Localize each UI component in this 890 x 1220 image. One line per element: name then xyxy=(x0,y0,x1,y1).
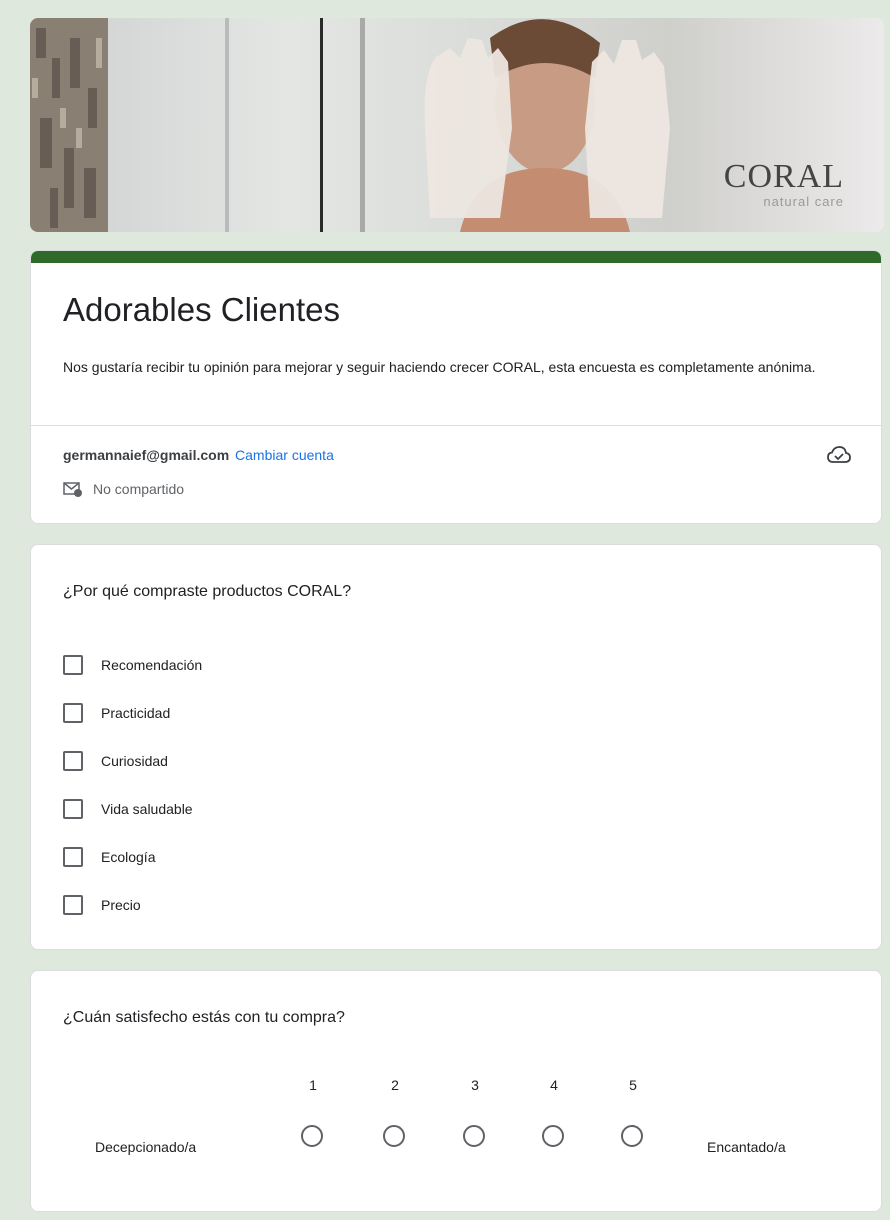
form-title: Adorables Clientes xyxy=(63,291,340,328)
checkbox[interactable] xyxy=(63,799,83,819)
radio-1[interactable] xyxy=(301,1125,323,1147)
scale-number-2: 2 xyxy=(391,1077,399,1093)
account-email: germannaief@gmail.com xyxy=(63,447,230,463)
checkbox[interactable] xyxy=(63,655,83,675)
not-shared-label: No compartido xyxy=(93,481,185,497)
radio-3[interactable] xyxy=(463,1125,485,1147)
option-practicidad[interactable]: Practicidad xyxy=(63,689,202,737)
option-label: Precio xyxy=(101,897,141,913)
option-curiosidad[interactable]: Curiosidad xyxy=(63,737,202,785)
checkbox[interactable] xyxy=(63,847,83,867)
radio-2[interactable] xyxy=(383,1125,405,1147)
scale-number-4: 4 xyxy=(550,1077,558,1093)
brand-logo: CORAL natural care xyxy=(724,158,844,209)
not-shared-status: No compartido xyxy=(63,481,184,497)
cloud-save-icon[interactable] xyxy=(827,445,851,465)
question-title: ¿Cuán satisfecho estás con tu compra? xyxy=(63,1009,345,1026)
account-info: germannaief@gmail.com Cambiar cuenta xyxy=(63,447,334,463)
option-label: Curiosidad xyxy=(101,753,168,769)
scale-number-3: 3 xyxy=(471,1077,479,1093)
option-ecologia[interactable]: Ecología xyxy=(63,833,202,881)
checkbox-options: Recomendación Practicidad Curiosidad Vid… xyxy=(63,641,202,929)
switch-account-link[interactable]: Cambiar cuenta xyxy=(235,447,334,463)
brand-name: CORAL xyxy=(723,158,844,195)
question-card-satisfaction: ¿Cuán satisfecho estás con tu compra? 1 … xyxy=(30,970,882,1212)
option-label: Practicidad xyxy=(101,705,171,721)
scale-low-label: Decepcionado/a xyxy=(95,1139,197,1155)
form-description: Nos gustaría recibir tu opinión para mej… xyxy=(63,359,816,375)
divider xyxy=(31,425,881,426)
checkbox[interactable] xyxy=(63,703,83,723)
question-card-reasons: ¿Por qué compraste productos CORAL? Reco… xyxy=(30,544,882,950)
option-recomendacion[interactable]: Recomendación xyxy=(63,641,202,689)
mail-icon xyxy=(63,482,82,497)
option-label: Ecología xyxy=(101,849,156,865)
radio-4[interactable] xyxy=(542,1125,564,1147)
checkbox[interactable] xyxy=(63,751,83,771)
scale-number-5: 5 xyxy=(629,1077,637,1093)
form-header-card: Adorables Clientes Nos gustaría recibir … xyxy=(30,250,882,524)
option-vida-saludable[interactable]: Vida saludable xyxy=(63,785,202,833)
question-title: ¿Por qué compraste productos CORAL? xyxy=(63,583,352,600)
header-banner-image: CORAL natural care xyxy=(30,18,884,232)
option-label: Recomendación xyxy=(101,657,203,673)
brand-tagline: natural care xyxy=(763,194,844,209)
checkbox[interactable] xyxy=(63,895,83,915)
option-precio[interactable]: Precio xyxy=(63,881,202,929)
radio-5[interactable] xyxy=(621,1125,643,1147)
scale-high-label: Encantado/a xyxy=(707,1139,786,1155)
scale-number-1: 1 xyxy=(309,1077,317,1093)
accent-bar xyxy=(31,251,881,263)
option-label: Vida saludable xyxy=(101,801,193,817)
